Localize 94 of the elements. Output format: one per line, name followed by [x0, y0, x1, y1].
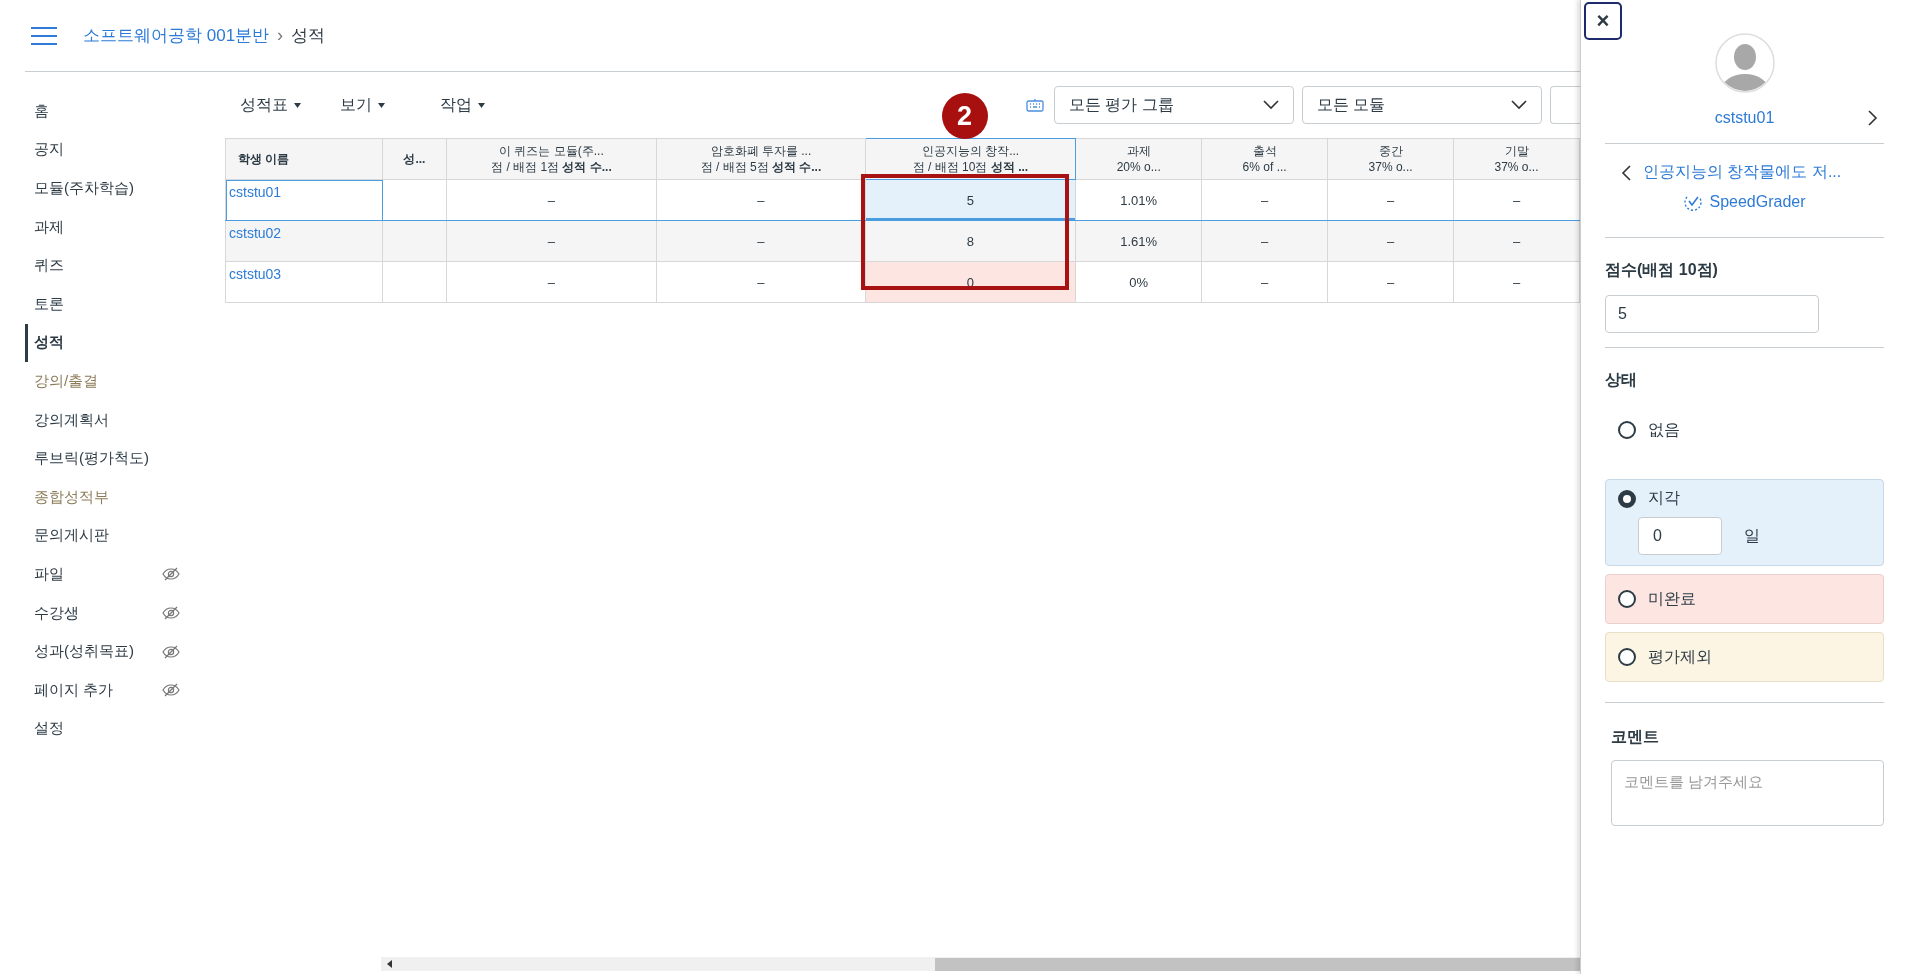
- keyboard-icon[interactable]: [1026, 98, 1044, 112]
- nav-item[interactable]: 토론: [25, 284, 200, 324]
- grade-cell[interactable]: 5: [865, 179, 1076, 221]
- status-text: 없음: [1648, 419, 1680, 440]
- nav-item[interactable]: 강의/출결: [25, 362, 200, 401]
- status-text: 미완료: [1648, 588, 1696, 609]
- nav-item[interactable]: 퀴즈: [25, 246, 200, 285]
- status-option-card[interactable]: 평가제외: [1605, 632, 1884, 682]
- search-field[interactable]: [1550, 86, 1580, 124]
- score-field[interactable]: 5: [1605, 295, 1819, 333]
- column-header[interactable]: 암호화폐 투자를 ... 점 / 배점 5점 성적 수...: [656, 138, 866, 180]
- grade-cell[interactable]: –: [1201, 179, 1328, 221]
- student-name-link[interactable]: cststu01: [1714, 109, 1775, 127]
- chevron-down-icon: [1263, 100, 1279, 110]
- speedgrader-link[interactable]: SpeedGrader: [1709, 193, 1806, 211]
- caret-icon: [294, 102, 301, 108]
- grade-cell[interactable]: –: [1453, 220, 1580, 262]
- nav-item[interactable]: 공지: [25, 130, 200, 170]
- assignment-link[interactable]: 인공지능의 창작물에도 저...: [1643, 162, 1842, 183]
- chevron-down-icon: [1511, 100, 1527, 110]
- nav-item[interactable]: 모듈(주차학습): [25, 169, 200, 208]
- nav-item[interactable]: 성적: [25, 323, 200, 363]
- column-header[interactable]: 학생 이름: [225, 138, 383, 180]
- comment-label: 코멘트: [1611, 727, 1660, 747]
- menu-dropdown[interactable]: 보기: [340, 94, 425, 116]
- menu-dropdown[interactable]: 작업: [440, 94, 525, 116]
- breadcrumb-separator: ›: [277, 25, 284, 46]
- nav-item[interactable]: 설정: [25, 709, 200, 749]
- grade-cell[interactable]: 1.61%: [1075, 220, 1202, 262]
- menu-dropdown[interactable]: 성적표: [240, 94, 325, 116]
- avatar-icon: [1714, 33, 1775, 93]
- grade-cell[interactable]: –: [1201, 261, 1328, 303]
- scroll-left-icon[interactable]: [387, 960, 393, 968]
- nav-item[interactable]: 파일: [25, 555, 200, 594]
- comment-field[interactable]: 코멘트를 남겨주세요: [1611, 760, 1884, 826]
- grade-cell[interactable]: 8: [865, 220, 1076, 262]
- days-unit: 일: [1744, 525, 1760, 546]
- column-header[interactable]: 이 퀴즈는 모듈(주... 점 / 배점 1점 성적 수...: [446, 138, 657, 180]
- filter-dropdown[interactable]: 모든 모듈: [1302, 86, 1542, 124]
- grade-cell[interactable]: –: [1453, 179, 1580, 221]
- radio-button[interactable]: [1618, 421, 1636, 439]
- radio-button[interactable]: [1618, 590, 1636, 608]
- nav-item[interactable]: 문의게시판: [25, 516, 200, 556]
- status-text: 지각: [1648, 488, 1680, 508]
- column-header[interactable]: 중간 37% o...: [1327, 138, 1454, 180]
- menu-icon[interactable]: [31, 26, 57, 45]
- grade-cell[interactable]: –: [1327, 261, 1454, 303]
- student-link[interactable]: cststu01: [225, 179, 383, 221]
- column-header[interactable]: 출석 6% of ...: [1201, 138, 1328, 180]
- grade-cell[interactable]: 1.01%: [1075, 179, 1202, 221]
- close-button[interactable]: ×: [1584, 2, 1622, 40]
- status-label: 상태: [1605, 370, 1638, 390]
- student-link[interactable]: cststu03: [225, 261, 383, 303]
- nav-item[interactable]: 과제: [25, 207, 200, 247]
- status-option[interactable]: 없음: [1605, 405, 1884, 455]
- nav-item[interactable]: 홈: [25, 92, 200, 131]
- grade-cell[interactable]: –: [446, 220, 657, 262]
- score-label: 점수(배점 10점): [1605, 260, 1719, 280]
- radio-button[interactable]: [1618, 648, 1636, 666]
- grade-cell[interactable]: 0%: [1075, 261, 1202, 303]
- chevron-left-icon[interactable]: [1621, 164, 1631, 181]
- grade-cell[interactable]: –: [1201, 220, 1328, 262]
- breadcrumb-link[interactable]: 소프트웨어공학 001분반: [83, 24, 270, 47]
- status-option-card[interactable]: 미완료: [1605, 574, 1884, 624]
- grade-cell[interactable]: –: [656, 261, 866, 303]
- horizontal-scrollbar[interactable]: [381, 957, 1580, 971]
- nav-item[interactable]: 성과(성취목표): [25, 632, 200, 671]
- column-header[interactable]: 성...: [382, 138, 447, 180]
- column-header[interactable]: 기말 37% o...: [1453, 138, 1580, 180]
- status-option-card[interactable]: 지각 0 일: [1605, 479, 1884, 566]
- student-link[interactable]: cststu02: [225, 220, 383, 262]
- chevron-right-icon[interactable]: [1868, 110, 1878, 126]
- caret-icon: [478, 102, 485, 108]
- nav-item[interactable]: 루브릭(평가척도): [25, 439, 200, 478]
- radio-button[interactable]: [1618, 489, 1636, 508]
- grade-cell[interactable]: –: [446, 261, 657, 303]
- days-field[interactable]: 0: [1638, 517, 1722, 555]
- breadcrumb-current[interactable]: 성적: [291, 24, 326, 47]
- grade-cell[interactable]: –: [656, 179, 866, 221]
- grade-cell[interactable]: –: [1453, 261, 1580, 303]
- status-text: 평가제외: [1648, 646, 1712, 667]
- caret-icon: [378, 102, 385, 108]
- grade-cell[interactable]: –: [1327, 179, 1454, 221]
- filter-dropdown[interactable]: 모든 평가 그룹: [1054, 86, 1294, 124]
- column-header[interactable]: 인공지능의 창작... 점 / 배점 10점 성적 ...: [865, 138, 1076, 180]
- nav-item[interactable]: 수강생: [25, 593, 200, 633]
- grade-cell[interactable]: –: [656, 220, 866, 262]
- grade-cell[interactable]: –: [446, 179, 657, 221]
- nav-item[interactable]: 종합성적부: [25, 477, 200, 517]
- column-header[interactable]: 과제 20% o...: [1075, 138, 1202, 180]
- nav-item[interactable]: 강의계획서: [25, 400, 200, 440]
- step-badge: 2: [941, 93, 988, 139]
- grade-cell[interactable]: –: [1327, 220, 1454, 262]
- nav-item[interactable]: 페이지 추가: [25, 670, 200, 710]
